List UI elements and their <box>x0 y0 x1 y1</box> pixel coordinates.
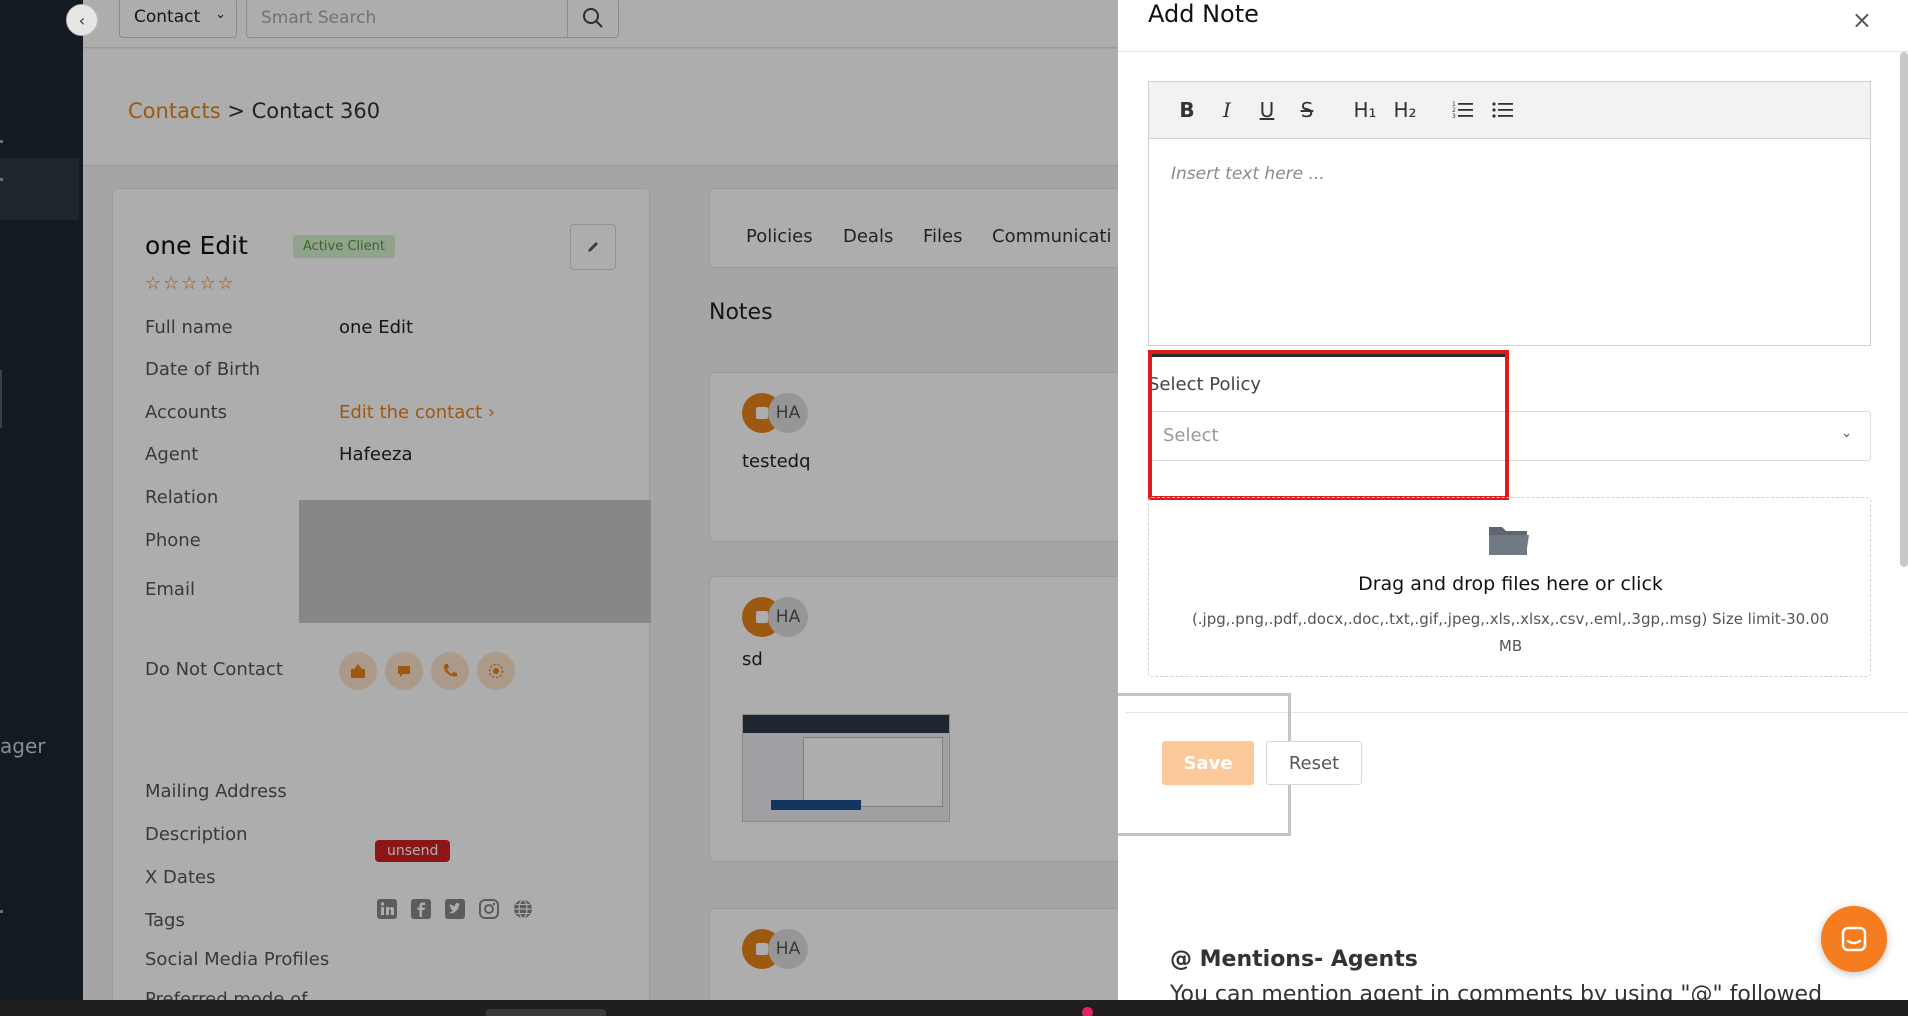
bold-button[interactable]: B <box>1167 95 1207 125</box>
bullet-list-button[interactable] <box>1483 95 1523 125</box>
drawer-header: Add Note × <box>1118 0 1908 52</box>
scrollbar[interactable] <box>1900 52 1908 567</box>
save-button[interactable]: Save <box>1162 741 1254 785</box>
add-note-drawer: Add Note × B I U S H₁ H₂ 123 Insert text… <box>1118 0 1908 1000</box>
taskbar-notification-dot <box>1082 1007 1093 1016</box>
reset-button[interactable]: Reset <box>1266 741 1362 785</box>
note-editor: B I U S H₁ H₂ 123 Insert text here ... <box>1148 81 1871 346</box>
chevron-left-icon: ‹ <box>78 10 86 30</box>
chat-icon <box>1841 926 1867 952</box>
mentions-title: @ Mentions- Agents <box>1170 947 1418 972</box>
modal-backdrop[interactable] <box>0 0 1118 1000</box>
taskbar-item[interactable] <box>486 1009 606 1016</box>
underline-button[interactable]: U <box>1247 95 1287 125</box>
heading2-button[interactable]: H₂ <box>1385 95 1425 125</box>
file-dropzone[interactable]: Drag and drop files here or click (.jpg,… <box>1148 497 1871 677</box>
chevron-down-icon: ⌄ <box>1841 426 1852 441</box>
close-icon[interactable]: × <box>1852 6 1872 34</box>
strikethrough-button[interactable]: S <box>1287 95 1327 125</box>
editor-text-area[interactable]: Insert text here ... <box>1171 164 1325 184</box>
italic-button[interactable]: I <box>1207 95 1247 125</box>
dropzone-title: Drag and drop files here or click <box>1358 573 1663 595</box>
os-taskbar <box>0 1000 1908 1016</box>
bullet-list-icon <box>1492 102 1513 118</box>
ordered-list-button[interactable]: 123 <box>1443 95 1483 125</box>
ordered-list-icon: 123 <box>1452 101 1473 120</box>
chat-launcher-button[interactable] <box>1821 906 1887 972</box>
mentions-description: You can mention agent in comments by usi… <box>1170 982 1823 1000</box>
folder-icon <box>1489 527 1529 555</box>
dropzone-formats: (.jpg,.png,.pdf,.docx,.doc,.txt,.gif,.jp… <box>1191 610 1830 655</box>
editor-toolbar: B I U S H₁ H₂ 123 <box>1149 82 1870 139</box>
highlight-box <box>1148 350 1509 500</box>
drawer-title: Add Note <box>1148 0 1259 28</box>
collapse-sidebar-button[interactable]: ‹ <box>66 4 98 36</box>
svg-text:3: 3 <box>1452 113 1456 120</box>
heading1-button[interactable]: H₁ <box>1345 95 1385 125</box>
